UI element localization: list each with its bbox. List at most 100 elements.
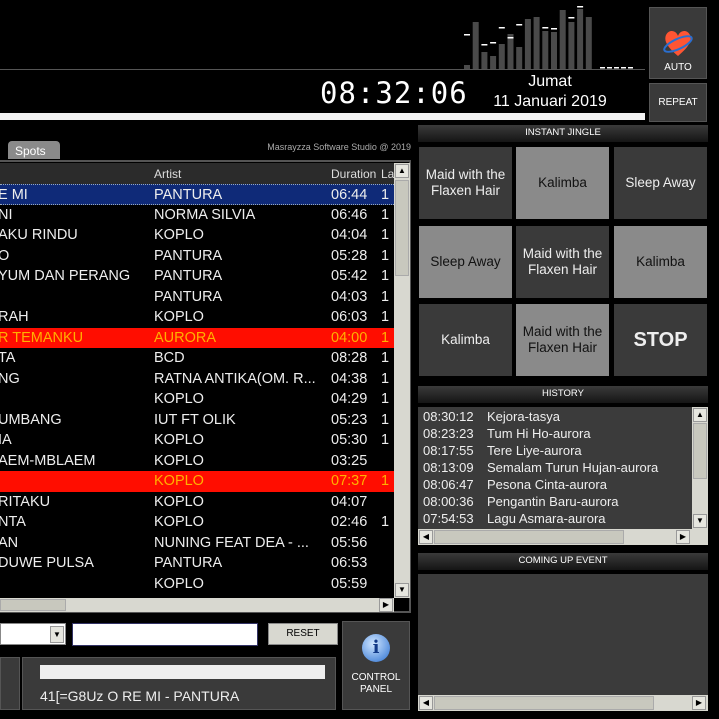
cell-title: RITAKU: [0, 493, 51, 510]
history-item[interactable]: 07:54:53 Lagu Asmara-aurora: [423, 511, 606, 526]
coming-up-hscroll[interactable]: ◀ ▶: [418, 695, 708, 711]
search-input[interactable]: [72, 623, 258, 646]
scroll-thumb[interactable]: [395, 180, 409, 276]
jingle-button[interactable]: Sleep Away: [614, 147, 707, 219]
history-item[interactable]: 08:06:47 Pesona Cinta-aurora: [423, 477, 607, 492]
table-row[interactable]: E MI PANTURA 06:44 1: [0, 184, 394, 205]
scroll-down-icon[interactable]: ▼: [395, 583, 409, 597]
cell-last: 1: [381, 329, 390, 346]
table-row[interactable]: RITAKU KOPLO 04:07: [0, 492, 394, 513]
scroll-right-icon[interactable]: ▶: [676, 530, 690, 544]
scroll-left-icon[interactable]: ◀: [419, 696, 433, 710]
history-item[interactable]: 08:13:09 Semalam Turun Hujan-aurora: [423, 460, 658, 475]
table-row[interactable]: PANTURA 04:03 1: [0, 287, 394, 308]
column-duration[interactable]: Duration: [331, 167, 376, 181]
spectrum-bar: [551, 32, 557, 69]
jingle-button[interactable]: Maid with the Flaxen Hair: [419, 147, 512, 219]
table-row[interactable]: TA BCD 08:28 1: [0, 348, 394, 369]
table-row[interactable]: KOPLO 04:29 1: [0, 389, 394, 410]
cell-artist: KOPLO: [154, 493, 204, 510]
cell-title: RAH: [0, 309, 29, 325]
jingle-button[interactable]: Maid with the Flaxen Hair: [516, 304, 609, 376]
hscroll-thumb[interactable]: [0, 599, 66, 611]
table-row[interactable]: KOPLO 07:37 1: [0, 471, 394, 492]
jingle-button[interactable]: Kalimba: [614, 226, 707, 298]
track-progress-bar: [0, 113, 645, 120]
auto-button[interactable]: AUTO: [649, 7, 707, 79]
table-row[interactable]: DUWE PULSA PANTURA 06:53: [0, 553, 394, 574]
jingle-button[interactable]: Kalimba: [419, 304, 512, 376]
jingle-label: Maid with the Flaxen Hair: [522, 246, 603, 277]
history-time: 08:23:23: [423, 426, 474, 441]
scroll-right-icon[interactable]: ▶: [692, 696, 706, 710]
spectrum-bar: [559, 10, 566, 69]
column-artist[interactable]: Artist: [154, 167, 181, 181]
table-row[interactable]: O PANTURA 05:28 1: [0, 246, 394, 267]
table-row[interactable]: AKU RINDU KOPLO 04:04 1: [0, 225, 394, 246]
scroll-thumb[interactable]: [434, 530, 624, 544]
cell-last: 1: [381, 370, 390, 387]
column-last[interactable]: La: [381, 167, 394, 181]
history-time: 08:17:55: [423, 443, 474, 458]
history-item[interactable]: 08:23:23 Tum Hi Ho-aurora: [423, 426, 591, 441]
cell-last: 1: [381, 288, 390, 305]
jingle-button[interactable]: Maid with the Flaxen Hair: [516, 226, 609, 298]
history-song: Tum Hi Ho-aurora: [487, 426, 591, 441]
chevron-down-icon[interactable]: ▼: [50, 626, 64, 643]
cell-artist: KOPLO: [154, 309, 204, 325]
left-button[interactable]: [0, 657, 20, 710]
history-item[interactable]: 08:30:12 Kejora-tasya: [423, 409, 560, 424]
spectrum-peak: [490, 42, 497, 44]
cell-last: 1: [381, 514, 390, 530]
scroll-thumb[interactable]: [693, 423, 707, 479]
cell-duration: 04:03: [331, 288, 368, 305]
spectrum-bar: [516, 47, 523, 69]
history-time: 08:13:09: [423, 460, 474, 475]
cell-duration: 05:23: [331, 411, 368, 428]
history-hscroll[interactable]: ◀ ▶: [418, 529, 708, 545]
table-row[interactable]: NTA KOPLO 02:46 1: [0, 512, 394, 533]
table-row[interactable]: R TEMANKU AURORA 04:00 1: [0, 327, 394, 348]
table-row[interactable]: AN NUNING FEAT DEA - ... 05:56: [0, 533, 394, 554]
stop-button[interactable]: STOP: [614, 304, 707, 376]
spectrum-bar: [577, 9, 584, 69]
scroll-right-icon[interactable]: ▶: [379, 598, 393, 612]
table-row[interactable]: UMBANG IUT FT OLIK 05:23 1: [0, 410, 394, 431]
table-row[interactable]: YUM DAN PERANG PANTURA 05:42 1: [0, 266, 394, 287]
repeat-button[interactable]: REPEAT: [649, 83, 707, 122]
spectrum-peak: [481, 44, 488, 46]
spectrum-peak: [464, 34, 470, 36]
cell-last: 1: [381, 473, 390, 489]
reset-button[interactable]: RESET: [268, 623, 338, 645]
table-row[interactable]: NG RATNA ANTIKA(OM. R... 04:38 1: [0, 369, 394, 390]
jingle-button[interactable]: Kalimba: [516, 147, 609, 219]
table-row[interactable]: NI NORMA SILVIA 06:46 1: [0, 205, 394, 226]
cell-artist: KOPLO: [154, 514, 204, 530]
scroll-down-icon[interactable]: ▼: [693, 514, 707, 528]
spectrum-bar: [507, 34, 514, 69]
scroll-thumb[interactable]: [434, 696, 654, 710]
history-vscroll[interactable]: ▲ ▼: [692, 407, 708, 529]
history-song: Semalam Turun Hujan-aurora: [487, 460, 659, 475]
cell-artist: KOPLO: [154, 575, 204, 592]
table-row[interactable]: IA KOPLO 05:30 1: [0, 430, 394, 451]
table-row[interactable]: RAH KOPLO 06:03 1: [0, 307, 394, 328]
spectrum-bar: [472, 22, 479, 69]
history-item[interactable]: 08:17:55 Tere Liye-aurora: [423, 443, 582, 458]
history-item[interactable]: 08:00:36 Pengantin Baru-aurora: [423, 494, 619, 509]
scroll-up-icon[interactable]: ▲: [693, 408, 707, 422]
table-row[interactable]: AEM-MBLAEM KOPLO 03:25: [0, 451, 394, 472]
spectrum-peak: [628, 67, 633, 69]
spectrum-peak: [507, 37, 514, 39]
control-panel-label-1: CONTROL: [351, 672, 401, 683]
table-row[interactable]: KOPLO 05:59: [0, 574, 394, 595]
cell-title: O: [0, 247, 10, 264]
cell-title: TA: [0, 350, 16, 366]
cell-artist: PANTURA: [154, 288, 223, 305]
tab-spots[interactable]: Spots: [8, 141, 60, 159]
scroll-up-icon[interactable]: ▲: [395, 164, 409, 178]
history-time: 08:00:36: [423, 494, 474, 509]
scroll-left-icon[interactable]: ◀: [419, 530, 433, 544]
jingle-button[interactable]: Sleep Away: [419, 226, 512, 298]
category-dropdown[interactable]: ▼: [0, 623, 66, 645]
